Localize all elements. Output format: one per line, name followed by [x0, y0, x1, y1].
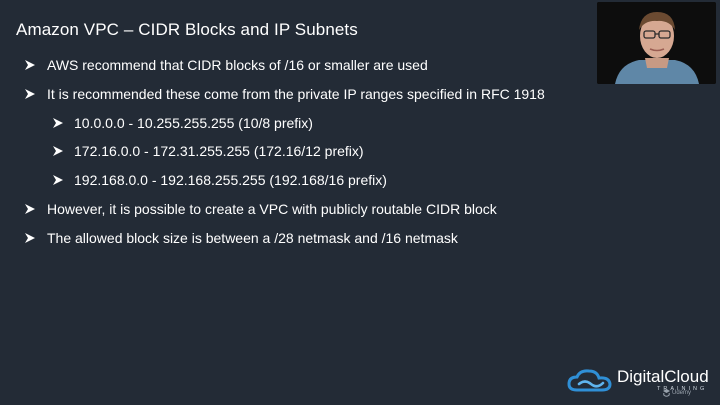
sub-bullet-text: 172.16.0.0 - 172.31.255.255 (172.16/12 p… — [74, 143, 364, 160]
arrow-bullet-icon — [53, 117, 63, 128]
bullet-item: It is recommended these come from the pr… — [24, 84, 545, 104]
bullet-list: AWS recommend that CIDR blocks of /16 or… — [24, 55, 545, 257]
udemy-watermark: Udemy — [672, 390, 692, 396]
bullet-item: AWS recommend that CIDR blocks of /16 or… — [24, 55, 545, 75]
sub-bullet-item: 192.168.0.0 - 192.168.255.255 (192.168/1… — [52, 170, 545, 190]
slide-title: Amazon VPC – CIDR Blocks and IP Subnets — [16, 20, 358, 39]
sub-bullet-item: 172.16.0.0 - 172.31.255.255 (172.16/12 p… — [52, 141, 545, 161]
bullet-item: However, it is possible to create a VPC … — [24, 199, 545, 219]
arrow-bullet-icon — [25, 60, 35, 70]
logo-name: DigitalCloud — [617, 367, 709, 386]
sub-bullet-text: 192.168.0.0 - 192.168.255.255 (192.168/1… — [74, 172, 387, 189]
sub-bullet-text: 10.0.0.0 - 10.255.255.255 (10/8 prefix) — [74, 114, 313, 131]
bullet-text: It is recommended these come from the pr… — [47, 85, 545, 102]
arrow-bullet-icon — [53, 175, 63, 186]
udemy-logo-icon — [663, 389, 670, 397]
bullet-text: However, it is possible to create a VPC … — [47, 200, 497, 217]
slide: Amazon VPC – CIDR Blocks and IP Subnets … — [0, 0, 720, 405]
arrow-bullet-icon — [25, 232, 35, 243]
sub-bullet-item: 10.0.0.0 - 10.255.255.255 (10/8 prefix) — [52, 113, 545, 133]
presenter-video-frame — [597, 2, 716, 84]
digitalcloud-logo: DigitalCloud TRAINING — [566, 364, 716, 400]
arrow-bullet-icon — [53, 146, 63, 157]
presenter-webcam — [597, 2, 716, 84]
bullet-text: AWS recommend that CIDR blocks of /16 or… — [47, 57, 428, 73]
bullet-text: The allowed block size is between a /28 … — [47, 229, 458, 246]
bullet-item: The allowed block size is between a /28 … — [24, 228, 545, 248]
cloud-logo-icon — [567, 369, 612, 392]
arrow-bullet-icon — [25, 88, 35, 99]
arrow-bullet-icon — [25, 203, 35, 214]
